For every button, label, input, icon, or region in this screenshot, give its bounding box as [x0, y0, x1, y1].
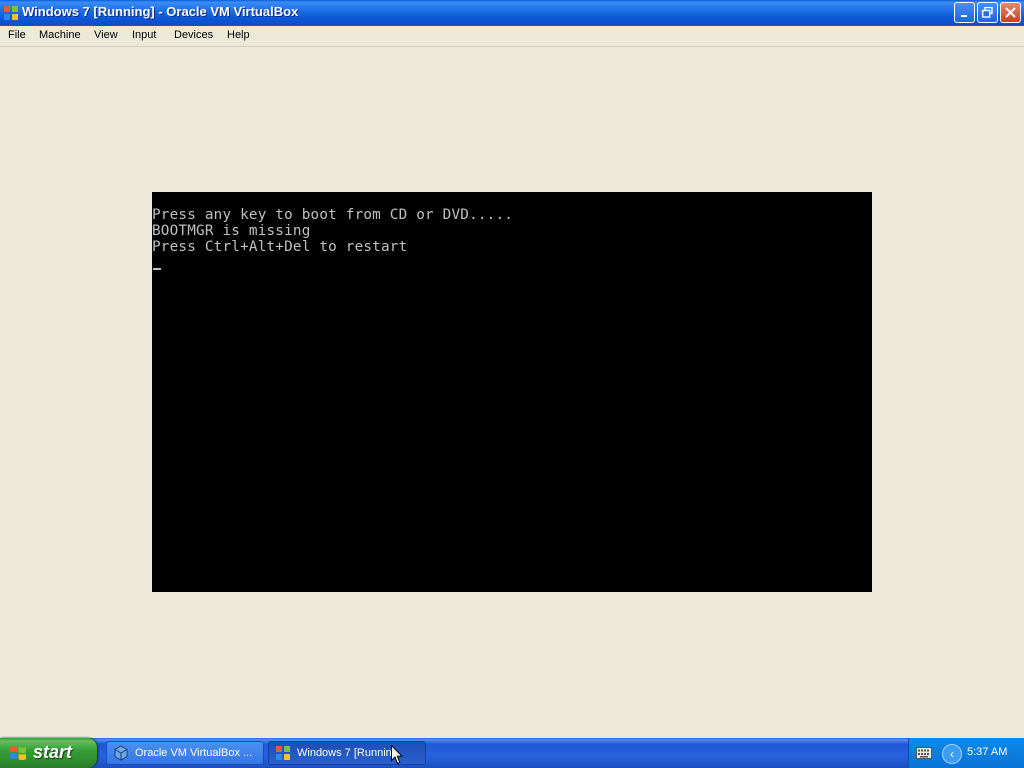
windows-flag-icon — [276, 746, 290, 760]
menu-input[interactable]: Input — [132, 29, 156, 41]
start-button[interactable]: start — [0, 738, 97, 768]
minimize-button[interactable] — [954, 2, 975, 23]
menu-machine[interactable]: Machine — [39, 29, 81, 41]
window-title: Windows 7 [Running] - Oracle VM VirtualB… — [22, 4, 299, 19]
virtualbox-app-icon[interactable] — [3, 5, 19, 21]
tray-chevron-icon[interactable]: ‹ — [942, 744, 962, 764]
close-icon — [1005, 7, 1016, 18]
start-label: start — [33, 742, 73, 762]
system-tray: ‹ 5:37 AM — [908, 738, 1024, 768]
minimize-icon — [960, 14, 967, 17]
menu-devices[interactable]: Devices — [174, 29, 213, 41]
close-button[interactable] — [1000, 2, 1021, 23]
taskbar-button-label: Windows 7 [Runnin... — [297, 747, 401, 759]
taskbar-button-virtualbox[interactable]: Oracle VM VirtualBox ... — [106, 741, 264, 765]
title-bar[interactable]: Windows 7 [Running] - Oracle VM VirtualB… — [0, 0, 1024, 27]
menu-bar: File Machine View Input Devices Help — [0, 26, 1024, 47]
restore-button[interactable] — [977, 2, 998, 23]
console-cursor — [153, 268, 161, 270]
keyboard-icon[interactable] — [916, 747, 932, 759]
virtualbox-icon — [114, 745, 128, 761]
taskbar: start Oracle VM VirtualBox ... Windows 7… — [0, 738, 1024, 768]
vm-screen[interactable]: Press any key to boot from CD or DVD....… — [152, 192, 872, 592]
menu-file[interactable]: File — [8, 29, 26, 41]
console-line-boot-prompt: Press any key to boot from CD or DVD....… — [152, 207, 514, 223]
menu-view[interactable]: View — [94, 29, 118, 41]
console-line-restart-hint: Press Ctrl+Alt+Del to restart — [152, 239, 408, 255]
menu-help[interactable]: Help — [227, 29, 250, 41]
windows-logo-icon — [10, 746, 26, 761]
mouse-pointer-icon — [391, 745, 403, 765]
clock[interactable]: 5:37 AM — [967, 746, 1007, 758]
taskbar-button-label: Oracle VM VirtualBox ... — [135, 747, 253, 759]
restore-icon — [982, 7, 993, 18]
console-line-bootmgr-missing: BOOTMGR is missing — [152, 223, 311, 239]
